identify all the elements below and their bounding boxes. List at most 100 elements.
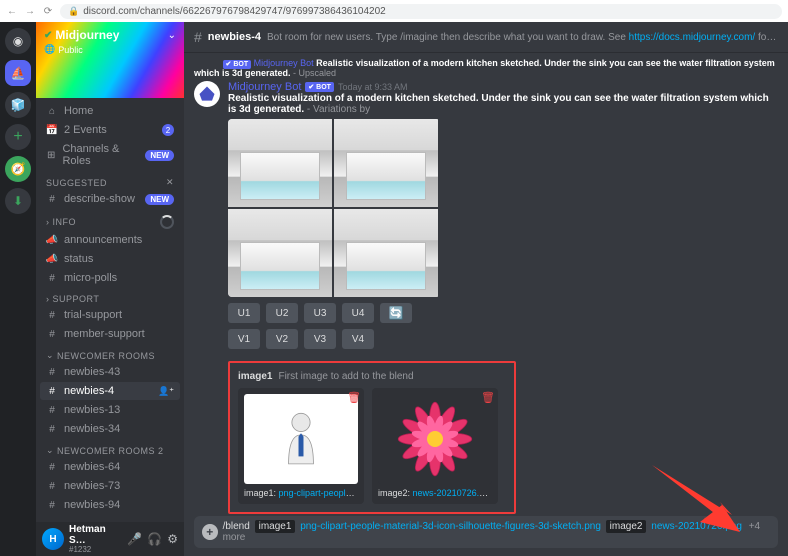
sidebar-item-channels-roles[interactable]: ⊞ Channels & Roles NEW: [40, 140, 180, 170]
channel-name: newbies-4: [208, 31, 261, 43]
avatar[interactable]: H: [42, 528, 64, 550]
url-bar[interactable]: 🔒 discord.com/channels/66226797679842974…: [60, 4, 782, 19]
docs-link[interactable]: https://docs.midjourney.com/: [629, 32, 756, 43]
nav-reload[interactable]: ⟳: [42, 5, 54, 17]
explore-button[interactable]: 🧭: [5, 156, 31, 182]
hash-icon: #: [46, 310, 58, 321]
sidebar-item-newbies-34[interactable]: #newbies-34: [40, 420, 180, 438]
sidebar-label: Channels & Roles: [62, 143, 139, 167]
message-author[interactable]: Midjourney Bot: [228, 81, 301, 93]
message-author[interactable]: Midjourney Bot: [254, 58, 314, 68]
username: Hetman S…: [69, 524, 122, 546]
download-button[interactable]: ⬇: [5, 188, 31, 214]
message-row: Midjourney Bot ✔ BOT Today at 9:33 AM Re…: [194, 81, 778, 514]
grid-image-2[interactable]: [334, 119, 438, 207]
sidebar-label: newbies-34: [64, 423, 120, 435]
grid-image-1[interactable]: [228, 119, 332, 207]
attachment-label: image2: news-20210726.png: [378, 488, 492, 498]
v1-button[interactable]: V1: [228, 329, 260, 349]
sidebar-item-newbies-13[interactable]: #newbies-13: [40, 401, 180, 419]
category-support[interactable]: › SUPPORT: [40, 288, 180, 306]
message-time: Today at 9:33 AM: [338, 82, 408, 92]
category-suggested[interactable]: SUGGESTED✕: [40, 171, 180, 190]
sidebar-item-newbies-94[interactable]: #newbies-94: [40, 496, 180, 514]
grid-image-4[interactable]: [334, 209, 438, 297]
close-icon[interactable]: ✕: [166, 177, 174, 188]
category-info[interactable]: › INFO: [40, 209, 180, 231]
grid-image-3[interactable]: [228, 209, 332, 297]
sidebar-item-newbies-64[interactable]: #newbies-64: [40, 458, 180, 476]
category-newcomer-1[interactable]: ⌄ NEWCOMER ROOMS: [40, 344, 180, 363]
sidebar-label: trial-support: [64, 309, 122, 321]
hash-icon: #: [46, 273, 58, 284]
megaphone-icon: 📣: [46, 254, 58, 265]
sidebar-item-home[interactable]: ⌂Home: [40, 102, 180, 120]
nav-back[interactable]: ←: [6, 5, 18, 17]
globe-icon: 🌐: [44, 44, 55, 55]
command-preview: /blend image1 png-clipart-people-materia…: [223, 521, 770, 543]
u1-button[interactable]: U1: [228, 303, 260, 323]
channel-header: # newbies-4 Bot room for new users. Type…: [184, 22, 788, 52]
message-text: Realistic visualization of a modern kitc…: [228, 93, 778, 115]
mic-muted-icon[interactable]: 🎤: [127, 532, 142, 546]
delete-icon[interactable]: 🗑: [347, 391, 361, 404]
sidebar-label: status: [64, 253, 93, 265]
u3-button[interactable]: U3: [304, 303, 336, 323]
sidebar-label: newbies-13: [64, 404, 120, 416]
sidebar-item-micro-polls[interactable]: #micro-polls: [40, 269, 180, 287]
attachment-2[interactable]: 🗑 image2: news-20210726: [372, 388, 498, 504]
image-grid[interactable]: [228, 119, 440, 297]
attach-button[interactable]: +: [202, 524, 218, 540]
sidebar-item-newbies-73[interactable]: # newbies-73: [40, 477, 180, 495]
attachment-image: [378, 394, 492, 484]
v2-button[interactable]: V2: [266, 329, 298, 349]
sidebar-item-status[interactable]: 📣 status: [40, 250, 180, 268]
browse-icon: ⊞: [46, 150, 56, 161]
add-server-button[interactable]: +: [5, 124, 31, 150]
attachment-1[interactable]: 🗑 image1: png-clipart-people-…: [238, 388, 364, 504]
count-badge: 2: [162, 124, 174, 136]
u4-button[interactable]: U4: [342, 303, 374, 323]
guild-dm[interactable]: ◉: [5, 28, 31, 54]
hash-icon: #: [46, 481, 58, 492]
u2-button[interactable]: U2: [266, 303, 298, 323]
param-chip[interactable]: image1: [255, 520, 296, 533]
sidebar-label: newbies-64: [64, 461, 120, 473]
verified-icon: ✔: [44, 30, 52, 41]
server-public: Public: [58, 45, 83, 55]
new-pill: NEW: [145, 150, 174, 161]
message-input[interactable]: + /blend image1 png-clipart-people-mater…: [194, 516, 778, 548]
sidebar-item-announcements[interactable]: 📣announcements: [40, 231, 180, 249]
category-newcomer-2[interactable]: ⌄ NEWCOMER ROOMS 2: [40, 439, 180, 458]
calendar-icon: 📅: [46, 125, 58, 136]
sidebar-item-member-support[interactable]: #member-support: [40, 325, 180, 343]
sidebar-item-describe-show[interactable]: #describe-showNEW: [40, 190, 180, 208]
guild-other[interactable]: 🧊: [5, 92, 31, 118]
sidebar-item-newbies-4[interactable]: #newbies-4👤⁺: [40, 382, 180, 400]
nav-forward[interactable]: →: [24, 5, 36, 17]
sidebar-item-events[interactable]: 📅2 Events2: [40, 121, 180, 139]
user-panel: H Hetman S… #1232 🎤 🎧 ⚙: [36, 522, 184, 556]
chevron-down-icon: ⌄: [168, 30, 176, 41]
hash-icon: #: [46, 367, 58, 378]
v3-button[interactable]: V3: [304, 329, 336, 349]
sidebar-label: newbies-73: [64, 480, 120, 492]
person-add-icon[interactable]: 👤⁺: [158, 386, 174, 397]
sidebar-item-newbies-43[interactable]: # newbies-43: [40, 363, 180, 381]
delete-icon[interactable]: 🗑: [481, 391, 495, 404]
server-header[interactable]: ✔Midjourney 🌐Public ⌄: [36, 22, 184, 98]
guild-midjourney[interactable]: ⛵: [5, 60, 31, 86]
bot-tag: ✔ BOT: [305, 82, 334, 92]
lock-icon: 🔒: [68, 6, 79, 17]
loading-icon: [160, 215, 174, 229]
sidebar-item-trial-support[interactable]: # trial-support: [40, 306, 180, 324]
gear-icon[interactable]: ⚙: [167, 532, 178, 546]
param-chip[interactable]: image2: [606, 520, 647, 533]
bot-avatar[interactable]: [194, 81, 220, 107]
v4-button[interactable]: V4: [342, 329, 374, 349]
url-text: discord.com/channels/662267976798429747/…: [83, 6, 386, 17]
sidebar-label: newbies-43: [64, 366, 120, 378]
reroll-button[interactable]: 🔄: [380, 303, 412, 323]
attachment-label: image1: png-clipart-people-…: [244, 488, 358, 498]
headphones-icon[interactable]: 🎧: [147, 532, 162, 546]
